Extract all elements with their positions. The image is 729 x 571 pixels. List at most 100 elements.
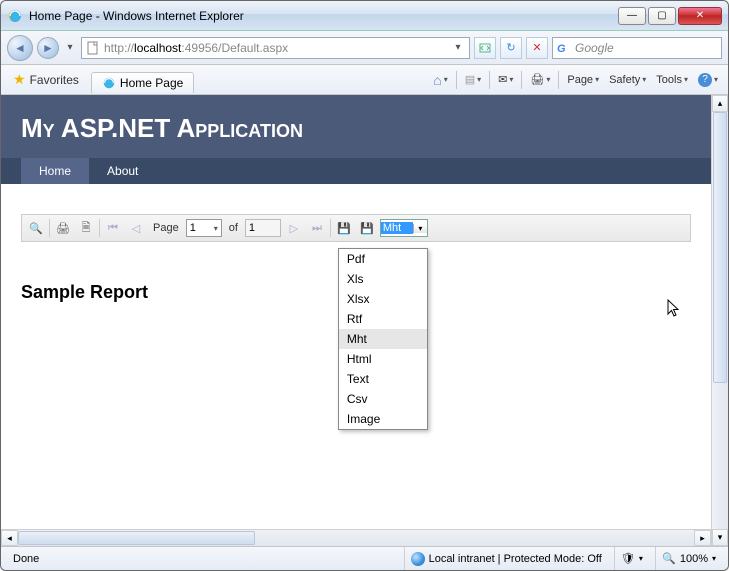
export-option-html[interactable]: Html bbox=[339, 349, 427, 369]
home-icon: ⌂ bbox=[433, 72, 441, 88]
status-bar: Done Local intranet | Protected Mode: Of… bbox=[1, 546, 728, 570]
status-security[interactable]: 🛡▾ bbox=[614, 547, 649, 570]
export-option-xlsx[interactable]: Xlsx bbox=[339, 289, 427, 309]
save-icon: 💾 bbox=[337, 222, 351, 235]
last-page-button[interactable]: ⏭ bbox=[307, 218, 327, 238]
browser-tab[interactable]: Home Page bbox=[91, 72, 194, 93]
prev-page-button[interactable]: ◁ bbox=[126, 218, 146, 238]
page-content: My ASP.NET Application Home About 🔍 🖨 🗎 … bbox=[1, 95, 711, 546]
forward-button[interactable]: ► bbox=[37, 37, 59, 59]
export-option-text[interactable]: Text bbox=[339, 369, 427, 389]
prev-icon: ◁ bbox=[132, 222, 140, 235]
export-option-csv[interactable]: Csv bbox=[339, 389, 427, 409]
globe-icon bbox=[411, 552, 425, 566]
ie-logo-icon bbox=[7, 8, 23, 24]
nav-history-dropdown[interactable]: ▾ bbox=[63, 38, 77, 58]
report-toolbar: 🔍 🖨 🗎 ⏮ ◁ Page 1▾ of 1 ▷ ⏭ 💾 💾 bbox=[21, 214, 691, 242]
home-button[interactable]: ⌂▾ bbox=[429, 70, 451, 90]
page-horizontal-scrollbar[interactable]: ◂ ▸ bbox=[1, 529, 711, 546]
export-option-rtf[interactable]: Rtf bbox=[339, 309, 427, 329]
chevron-down-icon: ▾ bbox=[413, 224, 427, 233]
printer-icon: 🖨 bbox=[530, 73, 544, 86]
svg-text:G: G bbox=[557, 43, 566, 55]
toolbar-print-button[interactable]: 🖨 bbox=[53, 218, 73, 238]
close-button[interactable]: ✕ bbox=[678, 7, 722, 25]
viewport: My ASP.NET Application Home About 🔍 🖨 🗎 … bbox=[1, 95, 728, 546]
address-dropdown[interactable]: ▾ bbox=[451, 38, 465, 58]
navigation-bar: ◄ ► ▾ http://localhost:49956/Default.asp… bbox=[1, 31, 728, 65]
maximize-button[interactable]: ▢ bbox=[648, 7, 676, 25]
first-icon: ⏮ bbox=[108, 222, 118, 235]
minimize-button[interactable]: — bbox=[618, 7, 646, 25]
vscroll-track[interactable] bbox=[712, 112, 728, 529]
page-icon bbox=[86, 41, 100, 55]
search-box[interactable]: G Google bbox=[552, 37, 722, 59]
next-page-button[interactable]: ▷ bbox=[284, 218, 304, 238]
status-zoom[interactable]: 🔍 100% ▾ bbox=[655, 547, 722, 570]
stop-button[interactable]: ✕ bbox=[526, 37, 548, 59]
read-mail-button[interactable]: ✉▾ bbox=[494, 71, 517, 88]
rss-icon: ▤ bbox=[465, 73, 475, 86]
nav-about[interactable]: About bbox=[89, 158, 156, 184]
export-option-xls[interactable]: Xls bbox=[339, 269, 427, 289]
back-icon: ◄ bbox=[14, 41, 26, 55]
address-bar[interactable]: http://localhost:49956/Default.aspx ▾ bbox=[81, 37, 470, 59]
ie-page-icon bbox=[102, 76, 116, 90]
vertical-scrollbar[interactable]: ▴ ▾ bbox=[711, 95, 728, 546]
status-zone: Local intranet | Protected Mode: Off bbox=[404, 547, 608, 570]
star-icon: ★ bbox=[13, 71, 26, 88]
print-menu-button[interactable]: 🖨▾ bbox=[526, 71, 554, 88]
back-button[interactable]: ◄ bbox=[7, 35, 33, 61]
page-menu-button[interactable]: Page▾ bbox=[563, 72, 603, 88]
export-format-select[interactable]: Mht ▾ Pdf Xls Xlsx Rtf Mht Html Text Csv… bbox=[380, 219, 428, 237]
asp-body: 🔍 🖨 🗎 ⏮ ◁ Page 1▾ of 1 ▷ ⏭ 💾 💾 bbox=[1, 184, 711, 514]
shield-icon: 🛡 bbox=[621, 552, 635, 566]
toolbar-print-page-button[interactable]: 🗎 bbox=[76, 218, 96, 238]
page-label: Page bbox=[149, 222, 183, 234]
asp-nav: Home About bbox=[1, 158, 711, 184]
app-heading: My ASP.NET Application bbox=[21, 113, 691, 144]
hscroll-left[interactable]: ◂ bbox=[1, 530, 18, 546]
browser-window: Home Page - Windows Internet Explorer — … bbox=[0, 0, 729, 571]
titlebar: Home Page - Windows Internet Explorer — … bbox=[1, 1, 728, 31]
help-icon: ? bbox=[698, 73, 712, 87]
hscroll-track[interactable] bbox=[18, 530, 694, 546]
refresh-icon: ↻ bbox=[506, 41, 515, 54]
save-to-disk-button[interactable]: 💾 bbox=[334, 218, 354, 238]
url-text: http://localhost:49956/Default.aspx bbox=[104, 41, 447, 55]
vscroll-up[interactable]: ▴ bbox=[712, 95, 728, 112]
favorites-button[interactable]: ★ Favorites bbox=[7, 69, 85, 90]
export-dropdown: Pdf Xls Xlsx Rtf Mht Html Text Csv Image bbox=[338, 248, 428, 430]
export-option-image[interactable]: Image bbox=[339, 409, 427, 429]
save-to-window-button[interactable]: 💾 bbox=[357, 218, 377, 238]
export-selected-value: Mht bbox=[381, 222, 413, 234]
toolbar-search-button[interactable]: 🔍 bbox=[26, 218, 46, 238]
feeds-button[interactable]: ▤▾ bbox=[461, 71, 485, 88]
window-title: Home Page - Windows Internet Explorer bbox=[29, 9, 618, 23]
google-icon: G bbox=[557, 41, 571, 55]
first-page-button[interactable]: ⏮ bbox=[103, 218, 123, 238]
search-placeholder: Google bbox=[575, 41, 614, 55]
of-label: of bbox=[225, 222, 242, 234]
save-window-icon: 💾 bbox=[360, 222, 374, 235]
nav-home[interactable]: Home bbox=[21, 158, 89, 184]
mail-icon: ✉ bbox=[498, 73, 507, 86]
vscroll-thumb[interactable] bbox=[713, 112, 727, 383]
stop-icon: ✕ bbox=[532, 41, 541, 54]
help-button[interactable]: ?▾ bbox=[694, 71, 722, 89]
print-page-icon: 🗎 bbox=[82, 219, 91, 238]
export-option-mht[interactable]: Mht bbox=[339, 329, 427, 349]
print-icon: 🖨 bbox=[56, 222, 70, 235]
zoom-icon: 🔍 bbox=[662, 552, 676, 566]
current-page-input[interactable]: 1▾ bbox=[186, 219, 222, 237]
hscroll-right[interactable]: ▸ bbox=[694, 530, 711, 546]
tools-menu-button[interactable]: Tools▾ bbox=[652, 72, 692, 88]
vscroll-down[interactable]: ▾ bbox=[712, 529, 728, 546]
hscroll-thumb[interactable] bbox=[18, 531, 255, 545]
forward-icon: ► bbox=[42, 41, 54, 55]
status-left: Done bbox=[7, 547, 257, 570]
export-option-pdf[interactable]: Pdf bbox=[339, 249, 427, 269]
refresh-button[interactable]: ↻ bbox=[500, 37, 522, 59]
safety-menu-button[interactable]: Safety▾ bbox=[605, 72, 650, 88]
compat-view-button[interactable] bbox=[474, 37, 496, 59]
